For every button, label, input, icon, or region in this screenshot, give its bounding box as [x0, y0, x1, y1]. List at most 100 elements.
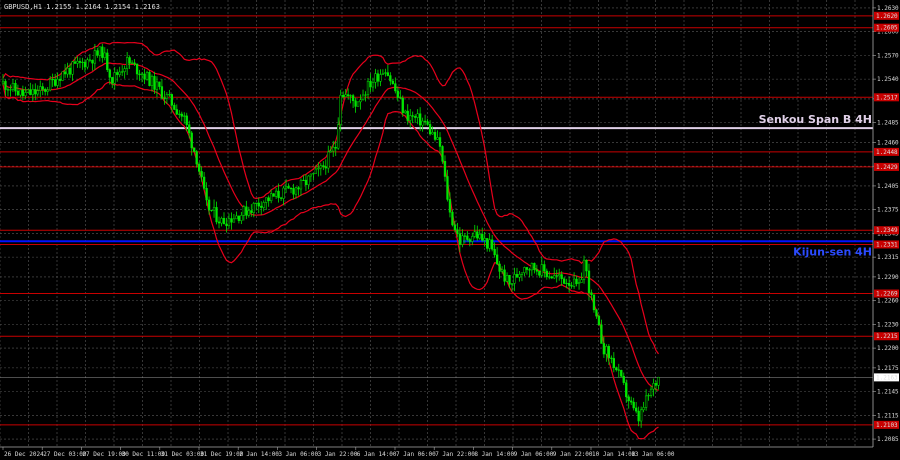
x-tick-label: 30 Dec 11:00: [122, 451, 166, 458]
candle-body: [607, 346, 611, 359]
candle-body: [193, 147, 196, 152]
candle-body: [461, 235, 464, 245]
candle-body: [441, 146, 444, 162]
candle-body: [101, 46, 104, 58]
candle-body: [309, 173, 313, 177]
candle-body: [548, 276, 551, 278]
candle-body: [625, 382, 628, 398]
candle-body: [337, 124, 340, 149]
candle-body: [525, 267, 529, 270]
candle-body: [396, 90, 399, 98]
candle-body: [486, 238, 489, 249]
candle-body: [232, 218, 236, 223]
price-chart: 1.26301.26001.25701.25401.25151.24851.24…: [0, 0, 900, 460]
level-price-label: 1.2605: [876, 25, 898, 32]
candle-body: [195, 151, 198, 165]
candle-body: [155, 81, 159, 90]
level-price-label: 1.2448: [876, 149, 898, 156]
candle-body: [188, 124, 191, 134]
candle-body: [58, 78, 62, 81]
candle-body: [555, 275, 558, 277]
candle-body: [98, 46, 101, 56]
candle-body: [495, 254, 499, 265]
candle-body: [4, 80, 7, 90]
senkou-span-b-label: Senkou Span B 4H: [759, 113, 872, 126]
candle-body: [443, 161, 447, 177]
candle-body: [1, 80, 5, 84]
candle-body: [304, 179, 308, 186]
candle-body: [463, 235, 466, 237]
candle-body: [39, 86, 42, 91]
candle-body: [592, 294, 596, 311]
level-price-label: 1.2215: [876, 333, 898, 340]
candle-body: [597, 315, 601, 326]
candle-body: [458, 233, 462, 245]
candle-body: [342, 94, 345, 98]
level-price-label: 1.2103: [876, 422, 898, 429]
candle-body: [351, 95, 355, 102]
candle-body: [210, 209, 213, 211]
candle-body: [329, 150, 332, 153]
candle-body: [44, 88, 47, 92]
candle-body: [627, 396, 630, 402]
candle-body: [116, 72, 119, 75]
candle-body: [364, 94, 367, 96]
candle-body: [108, 69, 111, 78]
candle-body: [587, 270, 591, 293]
candle-body: [654, 383, 658, 386]
candle-body: [282, 187, 285, 199]
candle-body: [61, 71, 64, 81]
candle-body: [637, 410, 640, 422]
candle-body: [175, 109, 178, 115]
candle-body: [523, 267, 526, 274]
candle-body: [153, 76, 156, 90]
bollinger-upper: [2, 41, 659, 355]
candle-body: [255, 202, 258, 204]
candle-body: [205, 188, 208, 201]
candle-body: [558, 274, 561, 277]
x-tick-label: 9 Jan 22:00: [553, 451, 593, 458]
candle-body: [267, 197, 270, 202]
candle-body: [36, 90, 39, 95]
candle-body: [130, 62, 134, 64]
candle-body: [478, 234, 481, 239]
candle-body: [180, 113, 183, 117]
candle-body: [71, 61, 74, 75]
candle-body: [287, 186, 290, 189]
candle-body: [416, 113, 419, 118]
candle-body: [277, 190, 280, 199]
x-tick-label: 3 Jan 22:00: [318, 451, 358, 458]
candle-body: [207, 199, 211, 211]
candle-body: [649, 388, 653, 396]
candle-body: [103, 52, 106, 58]
candle-body: [374, 73, 377, 83]
x-tick-label: 10 Jan 14:00: [592, 451, 636, 458]
candle-body: [639, 409, 643, 422]
x-tick-label: 7 Jan 22:00: [435, 451, 475, 458]
candle-body: [297, 187, 300, 190]
candle-body: [515, 274, 519, 278]
candle-body: [339, 94, 342, 125]
candle-body: [528, 269, 531, 271]
x-tick-label: 3 Jan 06:00: [278, 451, 318, 458]
candle-body: [530, 263, 534, 271]
candle-body: [262, 202, 265, 208]
candle-body: [543, 264, 546, 272]
candle-body: [510, 283, 514, 285]
candle-body: [220, 218, 223, 224]
candle-body: [577, 282, 581, 285]
y-tick-label: 1.2570: [877, 52, 899, 59]
candle-body: [550, 276, 553, 279]
candle-body: [617, 369, 620, 371]
candle-body: [68, 67, 72, 75]
candle-body: [252, 203, 255, 213]
x-tick-label: 13 Jan 06:00: [631, 451, 675, 458]
candle-body: [215, 207, 218, 223]
candle-body: [567, 282, 571, 286]
candle-body: [533, 263, 536, 270]
y-tick-label: 1.2175: [877, 365, 899, 372]
candle-body: [585, 259, 588, 272]
candle-body: [106, 52, 109, 70]
candle-body: [535, 269, 538, 272]
candle-body: [113, 72, 116, 84]
